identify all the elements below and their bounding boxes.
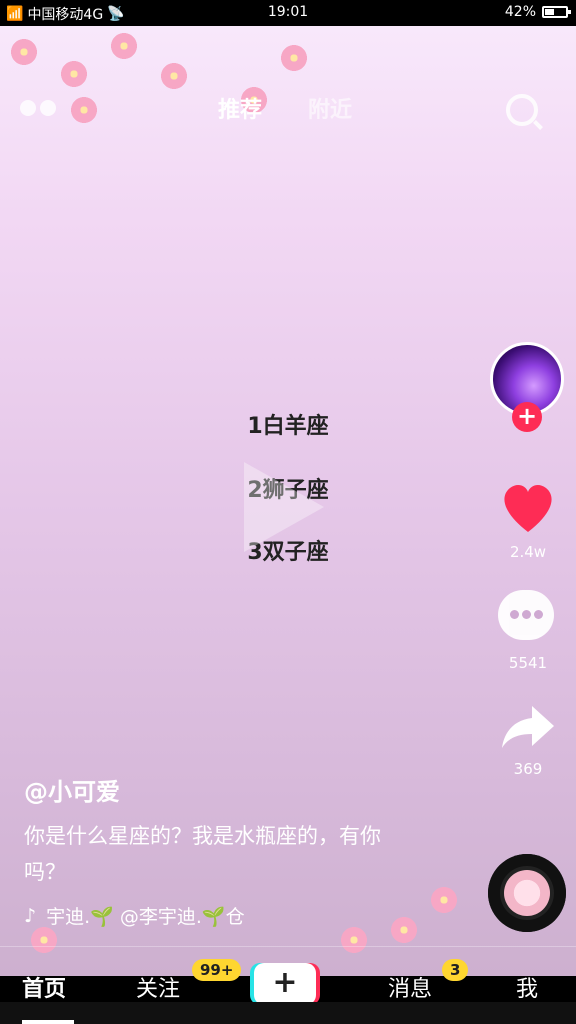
- nav-me[interactable]: 我: [516, 971, 538, 1003]
- video-line-1: 1白羊座: [247, 414, 329, 439]
- comment-icon[interactable]: [498, 590, 554, 640]
- music-note-icon: ♪: [24, 904, 37, 927]
- follow-button[interactable]: +: [512, 402, 542, 432]
- play-icon[interactable]: [244, 462, 324, 552]
- music-disc[interactable]: [488, 854, 566, 932]
- tab-recommend[interactable]: 推荐: [218, 92, 262, 124]
- post-description: 你是什么星座的？我是水瓶座的，有你吗？: [24, 824, 381, 884]
- create-button[interactable]: +: [254, 963, 316, 1005]
- battery-icon: [542, 6, 571, 18]
- status-right: 42%: [504, 4, 571, 20]
- messages-badge: 3: [442, 959, 469, 981]
- menu-dots-icon[interactable]: [20, 100, 56, 116]
- nav-home[interactable]: 首页: [22, 971, 66, 1003]
- share-count: 369: [513, 760, 543, 778]
- search-icon[interactable]: [506, 94, 538, 126]
- music-title: 宇迪.🌱 @李宇迪.🌱仓: [46, 906, 245, 928]
- nav-follow[interactable]: 关注: [136, 971, 180, 1003]
- follow-badge: 99+: [192, 959, 242, 981]
- battery-percent: 42%: [504, 4, 536, 20]
- like-count: 2.4w: [509, 543, 547, 561]
- bottom-nav: 首页 关注 99+ + 消息 3 我: [0, 946, 576, 1005]
- status-bar: 📶 中国移动4G 📡 19:01 42%: [0, 0, 576, 26]
- comment-count: 5541: [508, 654, 548, 672]
- share-icon[interactable]: [500, 704, 556, 750]
- home-indicator-area: [0, 1002, 576, 1024]
- top-nav: 推荐 附近: [0, 78, 576, 138]
- nav-messages[interactable]: 消息: [388, 971, 432, 1003]
- username[interactable]: @小可爱: [24, 772, 120, 807]
- like-icon[interactable]: [498, 478, 558, 538]
- home-indicator: [22, 1020, 74, 1024]
- clock: 19:01: [267, 4, 309, 20]
- music-info[interactable]: ♪ 宇迪.🌱 @李宇迪.🌱仓: [24, 902, 245, 929]
- tab-nearby[interactable]: 附近: [308, 92, 352, 124]
